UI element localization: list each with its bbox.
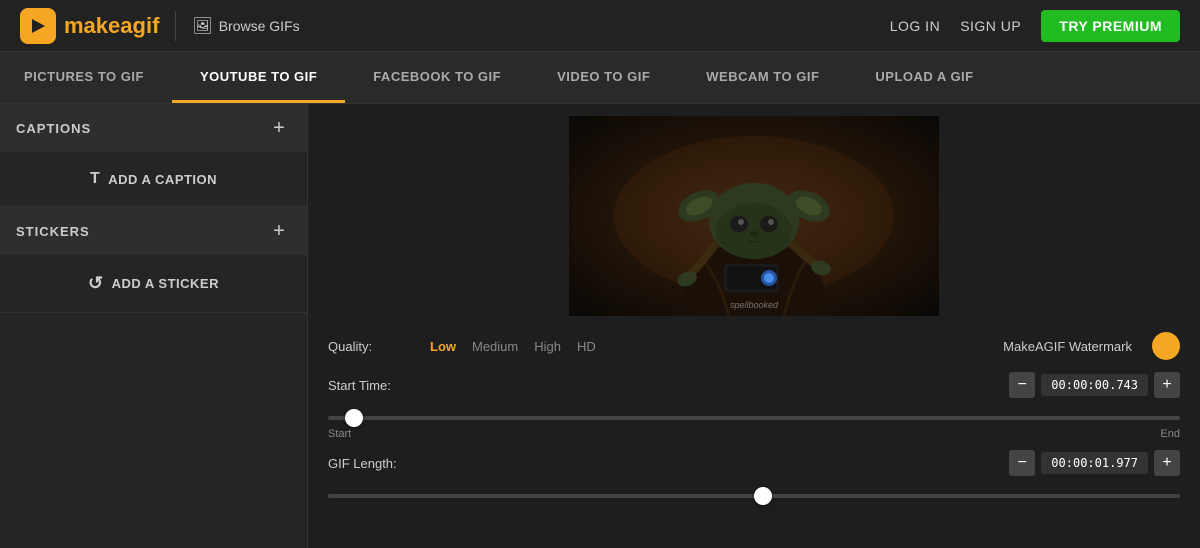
signup-link[interactable]: SIGN UP: [960, 18, 1021, 34]
caption-icon: T: [90, 170, 100, 188]
main-content: CAPTIONS + T ADD A CAPTION STICKERS + ↺ …: [0, 104, 1200, 548]
add-sticker-action[interactable]: ↺ ADD A STICKER: [0, 255, 307, 312]
watermark-label: MakeAGIF Watermark: [1003, 339, 1132, 354]
header: makeagif 🖼 Browse GIFs LOG IN SIGN UP TR…: [0, 0, 1200, 52]
captions-header: CAPTIONS +: [0, 104, 307, 152]
tab-pictures-label: PICTURES TO GIF: [24, 69, 144, 84]
sticker-icon: ↺: [88, 273, 104, 294]
slider-labels: Start End: [328, 428, 1180, 440]
gif-length-control: − 00:00:01.977 +: [1009, 450, 1180, 476]
tab-webcam-label: WEBCAM TO GIF: [706, 69, 819, 84]
quality-low[interactable]: Low: [430, 339, 456, 354]
add-sticker-btn[interactable]: +: [267, 219, 291, 243]
start-time-thumb[interactable]: [345, 409, 363, 427]
gif-length-decrease[interactable]: −: [1009, 450, 1035, 476]
start-time-decrease[interactable]: −: [1009, 372, 1035, 398]
tab-video[interactable]: VIDEO TO GIF: [529, 52, 678, 103]
slider-start-label: Start: [328, 428, 351, 440]
premium-button[interactable]: TRY PREMIUM: [1041, 10, 1180, 42]
add-caption-btn[interactable]: +: [267, 116, 291, 140]
browse-gifs-link[interactable]: 🖼 Browse GIFs: [192, 16, 299, 36]
quality-hd[interactable]: HD: [577, 339, 596, 354]
logo-icon: [20, 8, 56, 44]
header-divider: [175, 11, 176, 41]
browse-label: Browse GIFs: [219, 18, 300, 34]
captions-title: CAPTIONS: [16, 121, 91, 136]
start-time-label: Start Time:: [328, 378, 418, 393]
tab-upload-label: UPLOAD A GIF: [875, 69, 973, 84]
quality-options: Low Medium High HD: [430, 339, 596, 354]
tab-youtube[interactable]: YOUTUBE TO GIF: [172, 52, 345, 103]
start-time-control: − 00:00:00.743 +: [1009, 372, 1180, 398]
gif-svg: [569, 116, 939, 316]
start-time-row: Start Time: − 00:00:00.743 +: [320, 366, 1188, 404]
gif-preview: spellbooked: [569, 116, 939, 316]
nav-tabs: PICTURES TO GIF YOUTUBE TO GIF FACEBOOK …: [0, 52, 1200, 104]
start-time-track: [328, 416, 1180, 420]
gif-length-thumb[interactable]: [754, 487, 772, 505]
controls: Quality: Low Medium High HD MakeAGIF Wat…: [320, 316, 1188, 514]
content-area: spellbooked Quality: Low Medium High HD …: [308, 104, 1200, 548]
gif-length-slider-container: [320, 482, 1188, 510]
tab-video-label: VIDEO TO GIF: [557, 69, 650, 84]
gif-length-row: GIF Length: − 00:00:01.977 +: [320, 444, 1188, 482]
stickers-header: STICKERS +: [0, 207, 307, 255]
tab-youtube-label: YOUTUBE TO GIF: [200, 69, 317, 84]
stickers-title: STICKERS: [16, 224, 90, 239]
tab-upload[interactable]: UPLOAD A GIF: [847, 52, 1001, 103]
start-time-slider-container: Start End: [320, 404, 1188, 444]
add-sticker-label: ADD A STICKER: [112, 276, 219, 291]
stickers-section: STICKERS + ↺ ADD A STICKER: [0, 207, 307, 313]
start-time-value: 00:00:00.743: [1041, 374, 1148, 396]
slider-end-label: End: [1160, 428, 1180, 440]
quality-high[interactable]: High: [534, 339, 561, 354]
start-time-increase[interactable]: +: [1154, 372, 1180, 398]
header-right: LOG IN SIGN UP TRY PREMIUM: [890, 10, 1180, 42]
quality-label: Quality:: [328, 339, 418, 354]
gif-length-track: [328, 494, 1180, 498]
watermark-toggle[interactable]: [1152, 332, 1180, 360]
logo[interactable]: makeagif: [20, 8, 159, 44]
tab-webcam[interactable]: WEBCAM TO GIF: [678, 52, 847, 103]
browse-icon: 🖼: [192, 16, 212, 36]
add-caption-label: ADD A CAPTION: [108, 172, 217, 187]
tab-facebook-label: FACEBOOK TO GIF: [373, 69, 501, 84]
tab-facebook[interactable]: FACEBOOK TO GIF: [345, 52, 529, 103]
quality-medium[interactable]: Medium: [472, 339, 518, 354]
login-link[interactable]: LOG IN: [890, 18, 940, 34]
gif-watermark: spellbooked: [730, 300, 778, 310]
gif-preview-img: spellbooked: [569, 116, 939, 316]
add-caption-action[interactable]: T ADD A CAPTION: [0, 152, 307, 206]
gif-length-increase[interactable]: +: [1154, 450, 1180, 476]
tab-pictures[interactable]: PICTURES TO GIF: [0, 52, 172, 103]
logo-text: makeagif: [64, 13, 159, 39]
captions-section: CAPTIONS + T ADD A CAPTION: [0, 104, 307, 207]
sidebar: CAPTIONS + T ADD A CAPTION STICKERS + ↺ …: [0, 104, 308, 548]
quality-row: Quality: Low Medium High HD MakeAGIF Wat…: [320, 326, 1188, 366]
gif-length-label: GIF Length:: [328, 456, 418, 471]
gif-length-value: 00:00:01.977: [1041, 452, 1148, 474]
